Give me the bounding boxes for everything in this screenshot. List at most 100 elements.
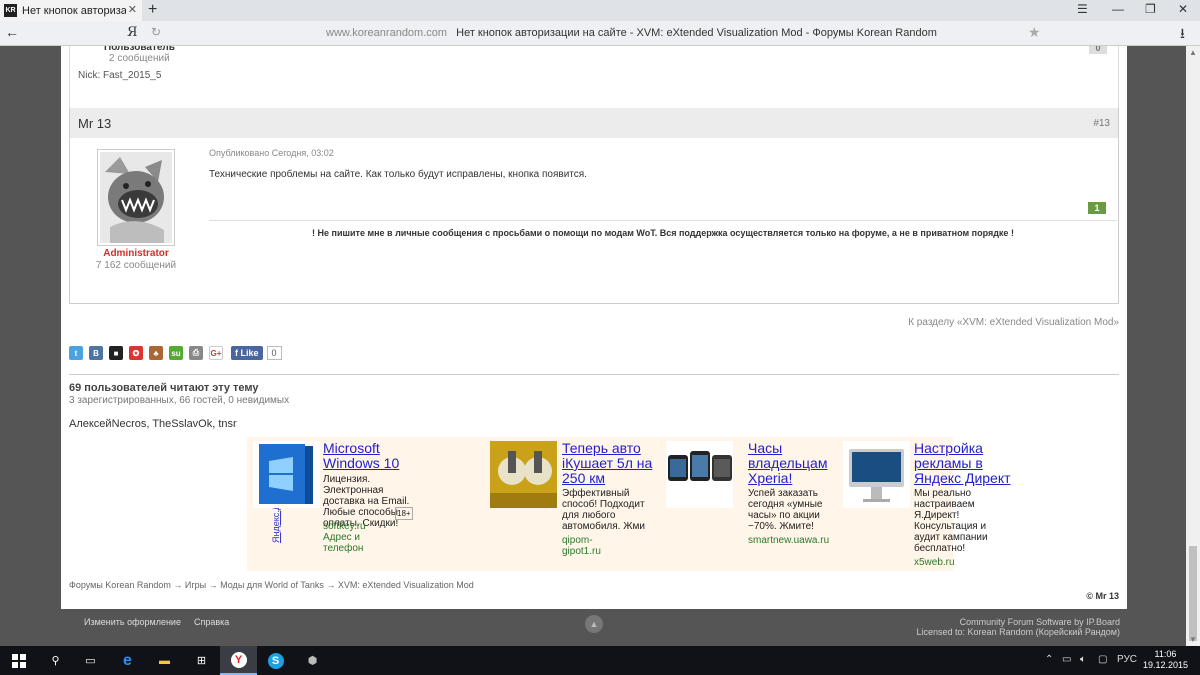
- like-label: Like: [240, 348, 259, 358]
- skype-icon[interactable]: S: [257, 646, 294, 675]
- download-icon[interactable]: ⭳: [1180, 23, 1185, 47]
- breadcrumb-item[interactable]: Форумы Korean Random: [69, 580, 171, 590]
- volume-icon[interactable]: 🔈︎: [1080, 654, 1086, 665]
- author-post-count: 7 162 сообщений: [95, 260, 177, 271]
- back-to-section-link[interactable]: К разделу «XVM: eXtended Visualization M…: [908, 317, 1119, 328]
- vkontakte-icon[interactable]: B: [89, 346, 103, 360]
- breadcrumb-item[interactable]: XVM: eXtended Visualization Mod: [338, 580, 474, 590]
- change-theme-link[interactable]: Изменить оформление: [84, 617, 181, 627]
- start-button[interactable]: [0, 646, 37, 675]
- software-credit[interactable]: Community Forum Software by IP.Board: [917, 617, 1120, 627]
- like-count: 0: [266, 346, 282, 360]
- windows-taskbar: ⚲ ▭ e ▬ ⊞ Y S ⬢ ⌃ ▭ 🔈︎ ▢ РУС 11:06 19.12…: [0, 646, 1200, 675]
- scroll-down-arrow-icon[interactable]: ▼: [1189, 635, 1197, 644]
- bookmark-star-icon[interactable]: ★: [1028, 24, 1041, 41]
- maximize-button[interactable]: ❐: [1145, 2, 1156, 16]
- previous-post-count: 2 сообщений: [109, 53, 170, 64]
- engine-photo-image: [490, 441, 557, 508]
- ad-url[interactable]: smartnew.uawa.ru: [748, 535, 829, 546]
- age-rating-badge: 18+: [395, 507, 413, 520]
- google-plus-icon[interactable]: G+: [209, 346, 223, 360]
- ad-title[interactable]: Настройка рекламы в Яндекс Директ: [914, 441, 1014, 486]
- author-role: Administrator: [103, 248, 169, 259]
- viewers-list[interactable]: АлексейNecros, TheSslavOk, tnsr: [69, 418, 237, 430]
- ad-title[interactable]: Теперь авто iКушает 5л на 250 км: [562, 441, 657, 486]
- moikrug-icon[interactable]: ♣: [149, 346, 163, 360]
- reload-icon[interactable]: ↻: [151, 25, 161, 39]
- network-icon[interactable]: ▭: [1062, 654, 1071, 665]
- url-field[interactable]: www.koreanrandom.com Нет кнопок авториза…: [326, 27, 937, 39]
- ad-title[interactable]: Часы владельцам Xperia!: [748, 441, 838, 486]
- copyright: © Mr 13: [1086, 591, 1119, 601]
- world-of-tanks-icon[interactable]: ⬢: [294, 646, 331, 675]
- post-number-link[interactable]: #13: [1093, 118, 1110, 129]
- messages-icon[interactable]: ▢: [1098, 654, 1107, 665]
- yandex-browser-taskbar-icon[interactable]: Y: [220, 646, 257, 675]
- viewers-title: 69 пользователей читают эту тему: [69, 382, 259, 394]
- print-icon[interactable]: ⎙: [189, 346, 203, 360]
- input-language[interactable]: РУС: [1117, 654, 1137, 665]
- ads-block: Яндекс.Директ Microsoft Windows 10 Лицен…: [247, 437, 1011, 571]
- file-explorer-icon[interactable]: ▬: [146, 646, 183, 675]
- windows-box-image: [253, 441, 320, 508]
- ad-contacts-link[interactable]: Адрес и телефон: [323, 532, 363, 554]
- clock[interactable]: 11:06 19.12.2015: [1143, 649, 1188, 671]
- post-header: Mr 13 #13: [70, 108, 1118, 138]
- divider: [69, 374, 1119, 375]
- new-tab-button[interactable]: +: [148, 1, 157, 19]
- url-page-title: Нет кнопок авторизации на сайте - XVM: e…: [456, 27, 937, 39]
- edge-icon[interactable]: e: [109, 646, 146, 675]
- breadcrumb: Форумы Korean Random → Игры → Моды для W…: [69, 580, 474, 590]
- breadcrumb-item[interactable]: Моды для World of Tanks: [220, 580, 324, 590]
- yandex-button[interactable]: Я: [127, 25, 138, 40]
- ad-url[interactable]: softkey.ru: [323, 521, 366, 532]
- breadcrumb-separator: →: [326, 580, 336, 590]
- avatar[interactable]: [97, 149, 175, 246]
- previous-post-role: Пользователь: [104, 46, 175, 53]
- task-view-icon[interactable]: ▭: [72, 646, 109, 675]
- reputation-badge[interactable]: 1: [1088, 202, 1106, 214]
- browser-tab[interactable]: KR Нет кнопок авторизаци ✕: [0, 0, 142, 21]
- viewers-counts: 3 зарегистрированных, 66 гостей, 0 невид…: [69, 395, 290, 406]
- clock-date: 19.12.2015: [1142, 660, 1188, 670]
- twitter-icon[interactable]: t: [69, 346, 83, 360]
- facebook-like-button[interactable]: f Like: [231, 346, 263, 360]
- page-footer: Изменить оформление Справка ▲ Community …: [0, 609, 1186, 646]
- close-window-button[interactable]: ✕: [1178, 2, 1188, 16]
- license-credit: Licensed to: Korean Random (Корейский Ра…: [916, 627, 1120, 637]
- tab-close-icon[interactable]: ✕: [128, 3, 137, 16]
- wolf-avatar-image: [100, 152, 172, 243]
- search-icon[interactable]: ⚲: [37, 646, 74, 675]
- delicious-icon[interactable]: ■: [109, 346, 123, 360]
- ad-title[interactable]: Microsoft Windows 10: [323, 441, 433, 471]
- signature-divider: [209, 220, 1117, 221]
- store-icon[interactable]: ⊞: [183, 646, 220, 675]
- facebook-icon: f: [235, 348, 238, 358]
- footer-credits: Community Forum Software by IP.Board Lic…: [917, 617, 1120, 637]
- bookmark-star-share-icon[interactable]: ✪: [129, 346, 143, 360]
- scroll-up-arrow-icon[interactable]: ▲: [1189, 48, 1197, 57]
- reputation-badge[interactable]: 0: [1089, 46, 1107, 54]
- previous-post-nick: Nick: Fast_2015_5: [78, 70, 162, 81]
- vertical-scrollbar[interactable]: ▲ ▼: [1186, 46, 1200, 646]
- forum-content: Пользователь 2 сообщений Nick: Fast_2015…: [61, 46, 1127, 609]
- breadcrumb-separator: →: [208, 580, 218, 590]
- ad-text: Эффективный способ! Подходит для любого …: [562, 488, 645, 532]
- scrollbar-thumb[interactable]: [1189, 546, 1197, 641]
- tray-expand-icon[interactable]: ⌃: [1045, 654, 1053, 665]
- previous-post: Пользователь 2 сообщений Nick: Fast_2015…: [69, 46, 1119, 108]
- browser-menu-icon[interactable]: ☰: [1077, 2, 1088, 16]
- post-date: Опубликовано Сегодня, 03:02: [209, 148, 334, 158]
- url-host: www.koreanrandom.com: [326, 27, 448, 39]
- windows-logo-icon: [11, 653, 26, 668]
- help-link[interactable]: Справка: [194, 617, 229, 627]
- stumbleupon-icon[interactable]: su: [169, 346, 183, 360]
- minimize-button[interactable]: —: [1112, 2, 1124, 16]
- ad-url[interactable]: qipom-gipot1.ru: [562, 535, 601, 557]
- post-author[interactable]: Mr 13: [78, 116, 111, 131]
- smartwatches-image: [666, 441, 733, 508]
- ad-url[interactable]: x5web.ru: [914, 557, 955, 568]
- scroll-top-button[interactable]: ▲: [585, 615, 603, 633]
- back-arrow-icon[interactable]: ←: [5, 24, 19, 40]
- breadcrumb-item[interactable]: Игры: [185, 580, 206, 590]
